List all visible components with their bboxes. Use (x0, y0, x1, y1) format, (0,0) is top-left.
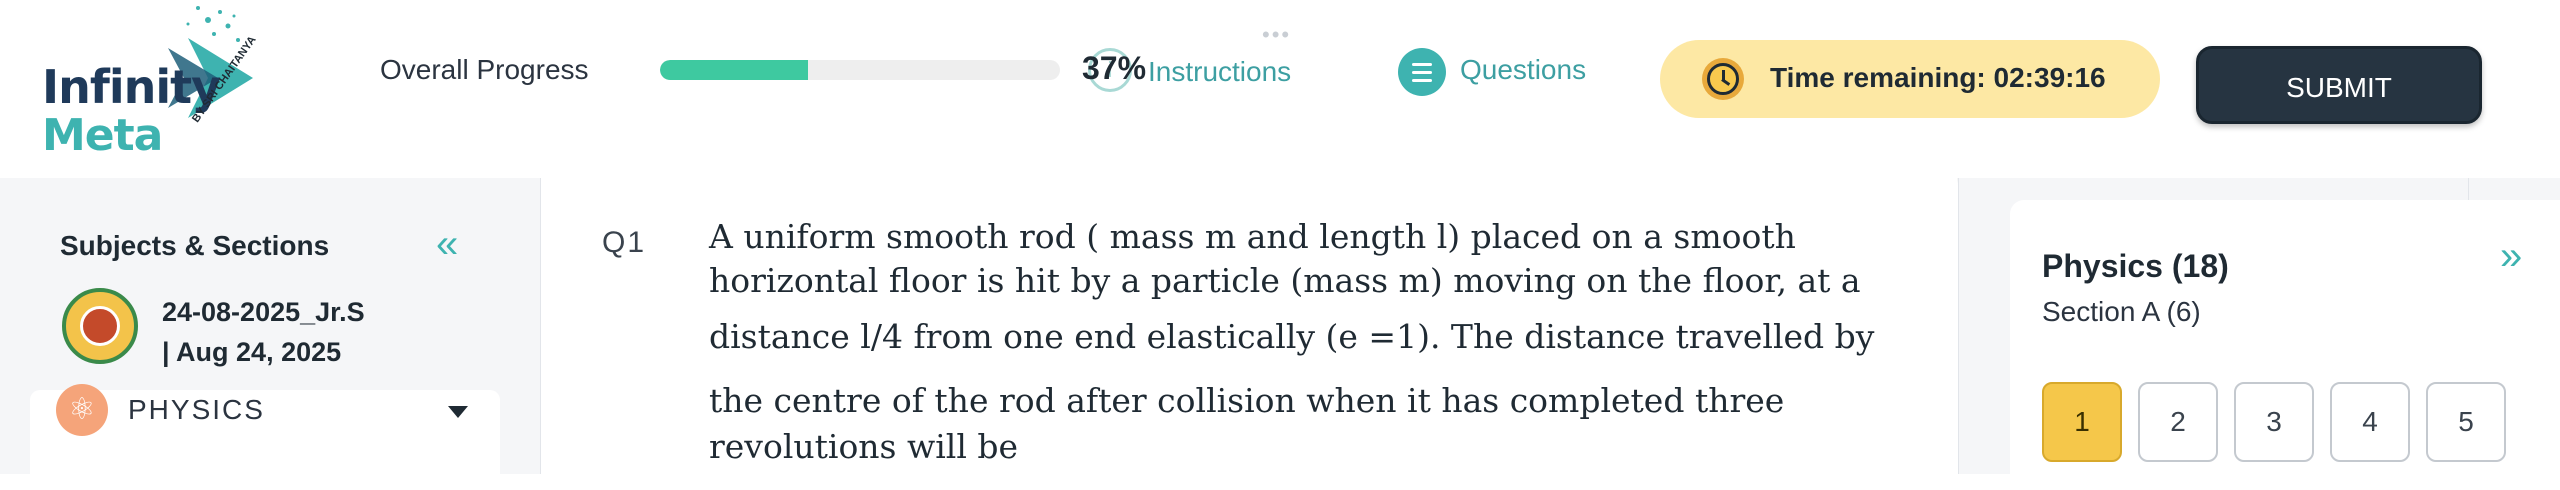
overall-progress-bar (660, 60, 1060, 80)
atom-icon: ⚛ (56, 384, 108, 436)
question-line: revolutions will be (709, 427, 1019, 466)
subject-label: PHYSICS (128, 394, 265, 425)
infinity-meta-logo: Infinity Meta BY SRI CHAITANYA (38, 0, 288, 161)
instructions-link[interactable]: Instructions (1148, 56, 1291, 88)
question-button[interactable]: 1 (2042, 382, 2122, 462)
institution-emblem-icon (62, 288, 138, 364)
panel-divider (2468, 178, 2469, 202)
question-line: A uniform smooth rod ( mass m and length… (709, 217, 1796, 256)
time-remaining-badge: Time remaining: 02:39:16 (1660, 40, 2160, 118)
subject-physics-dropdown[interactable]: ⚛ PHYSICS (30, 384, 500, 490)
collapse-panel-icon[interactable]: « (436, 224, 458, 264)
question-panel: Q1 A uniform smooth rod ( mass m and len… (541, 178, 1957, 474)
question-line: horizontal floor is hit by a particle (m… (709, 261, 1861, 300)
logo-text-meta: Meta (42, 110, 163, 161)
progress-bar-fill (660, 60, 808, 80)
drag-handle-icon[interactable]: ••• (1262, 22, 1291, 48)
expand-panel-icon[interactable]: » (2500, 236, 2522, 276)
clock-icon (1702, 58, 1744, 100)
test-name: 24-08-2025_Jr.S | Aug 24, 2025 (162, 292, 502, 372)
question-button[interactable]: 4 (2330, 382, 2410, 462)
questions-list-icon[interactable] (1398, 48, 1446, 96)
question-button[interactable]: 2 (2138, 382, 2218, 462)
question-line: distance l/4 from one end elastically (e… (709, 317, 1875, 356)
question-number: Q1 (602, 226, 647, 259)
progress-percent: 37% (1082, 50, 1147, 86)
chevron-down-icon[interactable] (448, 406, 468, 418)
time-remaining-text: Time remaining: 02:39:16 (1770, 62, 2106, 93)
test-date: | Aug 24, 2025 (162, 337, 342, 367)
logo-text-infinity: Infinity (42, 60, 221, 114)
question-button[interactable]: 3 (2234, 382, 2314, 462)
submit-button[interactable]: SUBMIT (2196, 46, 2482, 124)
test-name-title: 24-08-2025_Jr.S (162, 297, 365, 327)
overall-progress-label: Overall Progress (380, 54, 589, 85)
subjects-sections-panel: Subjects & Sections « 24-08-2025_Jr.S | … (0, 178, 541, 490)
section-subtitle: Section A (6) (2042, 296, 2201, 327)
questions-link[interactable]: Questions (1460, 54, 1586, 86)
question-button[interactable]: 5 (2426, 382, 2506, 462)
top-header: Infinity Meta BY SRI CHAITANYA Overall P… (0, 0, 2560, 178)
subjects-sections-title: Subjects & Sections (60, 230, 330, 261)
section-title: Physics (18) (2042, 248, 2229, 284)
question-line: the centre of the rod after collision wh… (709, 381, 1785, 420)
